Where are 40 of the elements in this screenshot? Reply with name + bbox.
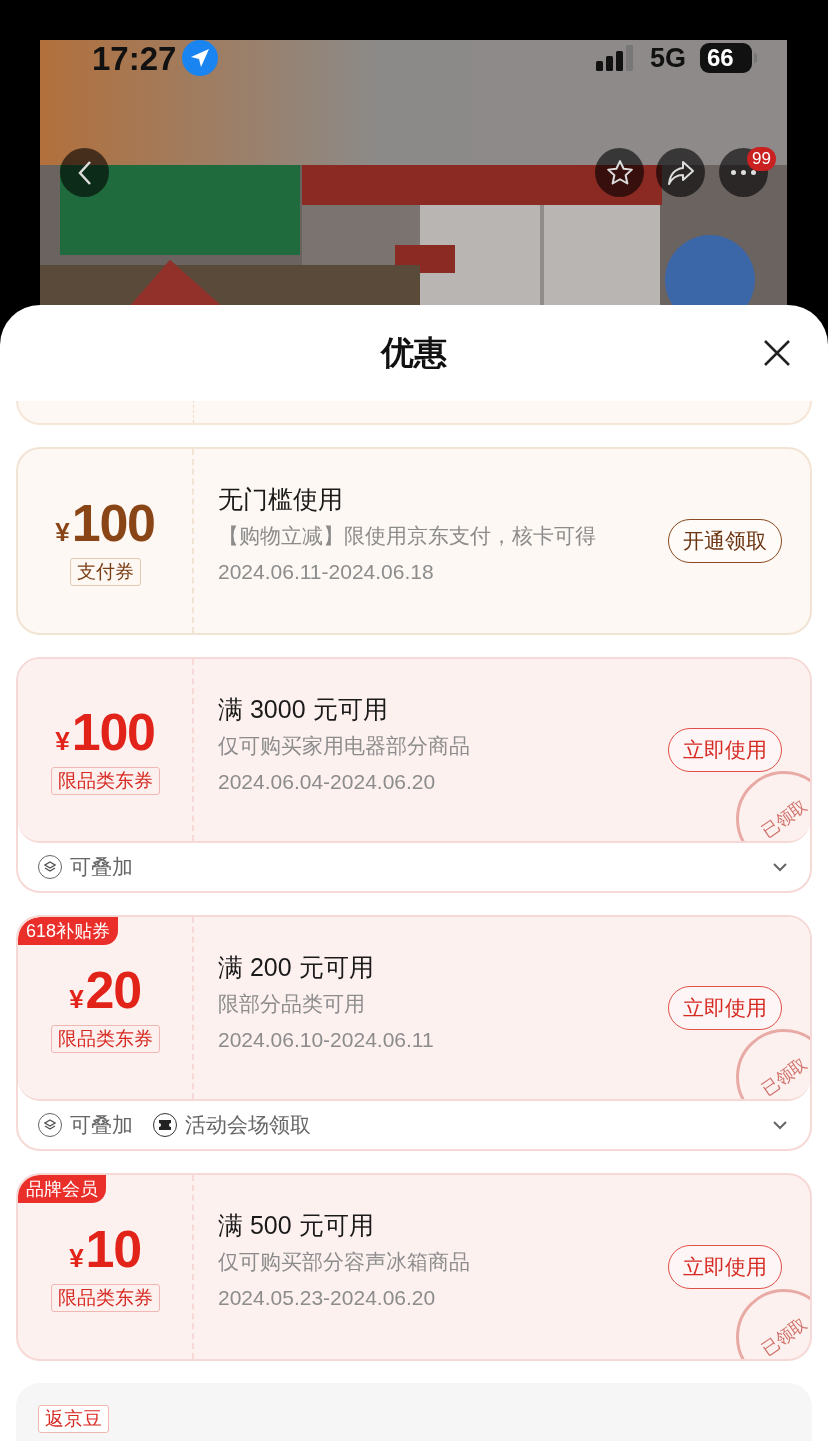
coupon-description: 限部分品类可用 bbox=[218, 991, 366, 1017]
coupon-amount: 10 bbox=[85, 1222, 141, 1275]
coupon-type-label: 限品类东券 bbox=[50, 1283, 160, 1312]
currency-sign: ¥ bbox=[55, 724, 70, 758]
network-label: 5G bbox=[649, 44, 686, 72]
currency-sign: ¥ bbox=[69, 1241, 84, 1275]
coupon-title: 满 500 元可用 bbox=[218, 1210, 375, 1241]
coupon-dates: 2024.06.04-2024.06.20 bbox=[218, 769, 437, 795]
coupon-type-label: 限品类东券 bbox=[50, 766, 160, 795]
status-time: 17:27 bbox=[92, 41, 177, 75]
currency-sign: ¥ bbox=[69, 982, 84, 1016]
coupon-amount: 100 bbox=[71, 705, 155, 758]
coupon-description: 仅可购买家用电器部分商品 bbox=[218, 733, 471, 759]
action-button[interactable]: 立即使用 bbox=[668, 1245, 782, 1289]
coupon-tag: 618补贴券 bbox=[18, 917, 119, 945]
coupon-type-label: 限品类东券 bbox=[50, 1024, 160, 1053]
coupon-description: 仅可购买部分容声冰箱商品 bbox=[218, 1249, 471, 1275]
coupon-title: 无门槛使用 bbox=[218, 484, 344, 515]
claimed-stamp: 已领取 bbox=[736, 771, 810, 841]
coupon-type-label: 支付券 bbox=[69, 557, 141, 586]
action-button[interactable]: 开通领取 bbox=[668, 519, 782, 563]
battery-indicator: 66 bbox=[700, 43, 757, 73]
currency-sign: ¥ bbox=[55, 515, 70, 549]
sheet-title: 优惠 bbox=[381, 333, 447, 374]
coupon-dates: 2024.05.23-2024.06.20 bbox=[218, 1285, 437, 1311]
coupon-amount: 100 bbox=[71, 496, 155, 549]
coupon-dates: 2024.06.11-2024.06.18 bbox=[218, 559, 435, 585]
feature-label: 活动会场领取 bbox=[185, 1112, 311, 1139]
feature-label: 可叠加 bbox=[70, 1112, 133, 1139]
coupon-dates: 2024.06.10-2024.06.11 bbox=[218, 1027, 435, 1053]
action-button[interactable]: 立即使用 bbox=[668, 728, 782, 772]
feature-label: 可叠加 bbox=[70, 854, 133, 881]
coupon-description: 【购物立减】限使用京东支付，核卡可得 bbox=[218, 523, 597, 549]
coupon-title: 满 3000 元可用 bbox=[218, 694, 389, 725]
claimed-stamp: 已领取 bbox=[736, 1029, 810, 1099]
coupon-title: 满 200 元可用 bbox=[218, 952, 375, 983]
coupon-type-label: 返京豆 bbox=[38, 1405, 109, 1433]
coupon-tag: 品牌会员 bbox=[18, 1175, 106, 1203]
coupon-amount: 20 bbox=[85, 963, 141, 1016]
action-button[interactable]: 立即使用 bbox=[668, 986, 782, 1030]
